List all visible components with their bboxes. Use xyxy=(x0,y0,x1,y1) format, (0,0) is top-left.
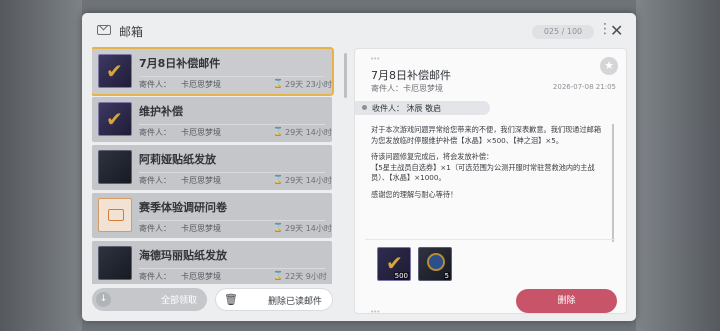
mail-item-3[interactable]: 阿莉娅贴纸发放 寄件人： 卡厄思梦境 ⌛ 29天 14小时 xyxy=(92,145,332,190)
body-paragraph-1: 对于本次游戏问题异常给您带来的不便，我们深表歉意。我们现通过邮箱为您发放临时停服… xyxy=(371,125,602,145)
mail-subject: 阿莉娅贴纸发放 xyxy=(139,153,216,166)
mail-sender: 卡厄思梦境 xyxy=(181,128,221,137)
body-paragraph-3: 感谢您的理解与耐心等待！ xyxy=(371,189,458,199)
divider xyxy=(139,76,325,77)
mail-count-badge: 025 / 100 xyxy=(532,25,594,39)
divider xyxy=(139,172,325,173)
sender-label: 寄件人： xyxy=(139,272,171,281)
divider xyxy=(139,220,325,221)
background-left xyxy=(0,0,82,331)
mailbox-header: 邮箱 025 / 100 ⋮ ✕ xyxy=(82,13,636,47)
bullet-icon xyxy=(362,105,367,110)
sender-label: 寄件人： xyxy=(139,128,171,137)
divider xyxy=(365,239,615,240)
hourglass-icon: ⌛ xyxy=(273,79,283,88)
mail-list: ✔ 7月8日补偿邮件 寄件人： 卡厄思梦境 ⌛ 29天 23小时 ✔ 维护补偿 … xyxy=(92,47,340,284)
trash-icon: 🗑 xyxy=(224,293,238,306)
mail-sender: 卡厄思梦境 xyxy=(181,224,221,233)
sender-label: 寄件人： xyxy=(139,224,171,233)
claim-all-button[interactable]: ↓ 全部领取 xyxy=(92,288,207,311)
attachment-qty: 500 xyxy=(393,272,409,280)
mail-expiry: 29天 14小时 xyxy=(285,128,332,137)
delete-read-button[interactable]: 🗑 删除已读邮件 xyxy=(215,288,333,311)
mail-expiry: 29天 14小时 xyxy=(285,224,332,233)
envelope-icon xyxy=(98,198,132,232)
decor-dots-icon: ••• xyxy=(370,55,380,63)
hourglass-icon: ⌛ xyxy=(273,223,283,232)
delete-button[interactable]: 删除 xyxy=(516,289,617,313)
hourglass-icon: ⌛ xyxy=(273,271,283,280)
hourglass-icon: ⌛ xyxy=(273,175,283,184)
recipient-bar: 收件人： 沐辰 敬启 xyxy=(355,101,490,115)
decor-dots-icon: ••• xyxy=(370,308,380,316)
mail-item-2[interactable]: ✔ 维护补偿 寄件人： 卡厄思梦境 ⌛ 29天 14小时 xyxy=(92,97,332,142)
mail-icon xyxy=(97,25,111,35)
check-reward-icon: ✔ xyxy=(98,54,132,88)
character-portrait-icon xyxy=(98,246,132,280)
mail-subject: 7月8日补偿邮件 xyxy=(139,57,221,70)
mail-item-1[interactable]: ✔ 7月8日补偿邮件 寄件人： 卡厄思梦境 ⌛ 29天 23小时 xyxy=(92,49,332,94)
delete-read-label: 删除已读邮件 xyxy=(267,297,322,307)
check-reward-icon: ✔ xyxy=(98,102,132,136)
detail-scrollbar[interactable] xyxy=(612,124,614,242)
attachment-tear[interactable]: 5 xyxy=(418,247,452,281)
character-portrait-icon xyxy=(98,150,132,184)
mail-expiry: 29天 14小时 xyxy=(285,176,332,185)
mail-item-4[interactable]: 赛季体验调研问卷 寄件人： 卡厄思梦境 ⌛ 29天 14小时 xyxy=(92,193,332,238)
detail-sender: 寄件人：卡厄思梦境 xyxy=(371,83,443,94)
mail-subject: 赛季体验调研问卷 xyxy=(139,201,227,214)
tear-orb-icon xyxy=(427,253,445,271)
divider xyxy=(139,124,325,125)
mail-item-5[interactable]: 海德玛丽贴纸发放 寄件人： 卡厄思梦境 ⌛ 22天 9小时 xyxy=(92,241,332,284)
attachment-qty: 5 xyxy=(443,272,450,280)
recipient-label: 收件人： 沐辰 敬启 xyxy=(372,104,442,113)
list-scrollbar[interactable] xyxy=(344,53,347,98)
mail-detail-panel: ••• 7月8日补偿邮件 寄件人：卡厄思梦境 2026-07-08 21:05 … xyxy=(354,48,627,316)
attachment-crystal[interactable]: ✔ 500 xyxy=(377,247,411,281)
claim-all-label: 全部领取 xyxy=(160,296,197,306)
background-right xyxy=(636,0,720,331)
sender-name: 卡厄思梦境 xyxy=(403,84,443,93)
mail-sender: 卡厄思梦境 xyxy=(181,80,221,89)
sender-label: 寄件人： xyxy=(139,80,171,89)
mail-subject: 海德玛丽贴纸发放 xyxy=(139,249,227,262)
detail-date: 2026-07-08 21:05 xyxy=(552,83,616,91)
mailbox-window: 邮箱 025 / 100 ⋮ ✕ ✔ 7月8日补偿邮件 寄件人： 卡厄思梦境 ⌛… xyxy=(82,13,636,321)
mail-body: 对于本次游戏问题异常给您带来的不便，我们深表歉意。我们现通过邮箱为您发放临时停服… xyxy=(371,125,603,206)
mail-sender: 卡厄思梦境 xyxy=(181,272,221,281)
mail-subject: 维护补偿 xyxy=(139,105,183,118)
divider xyxy=(139,268,325,269)
detail-title: 7月8日补偿邮件 xyxy=(371,69,451,82)
sender-label: 寄件人： xyxy=(139,176,171,185)
page-title: 邮箱 xyxy=(119,25,144,39)
sender-label: 寄件人： xyxy=(371,84,403,93)
star-favorite-icon[interactable]: ★ xyxy=(600,57,618,75)
mail-expiry: 29天 23小时 xyxy=(285,80,332,89)
download-arrow-icon: ↓ xyxy=(96,292,111,307)
hourglass-icon: ⌛ xyxy=(273,127,283,136)
close-icon[interactable]: ✕ xyxy=(610,23,623,39)
body-paragraph-2: 待该问题修复完成后，将会发放补偿： 【5星主战员自选券】×1（可选范围为公测开服… xyxy=(371,152,595,183)
mail-expiry: 22天 9小时 xyxy=(285,272,327,281)
mail-sender: 卡厄思梦境 xyxy=(181,176,221,185)
